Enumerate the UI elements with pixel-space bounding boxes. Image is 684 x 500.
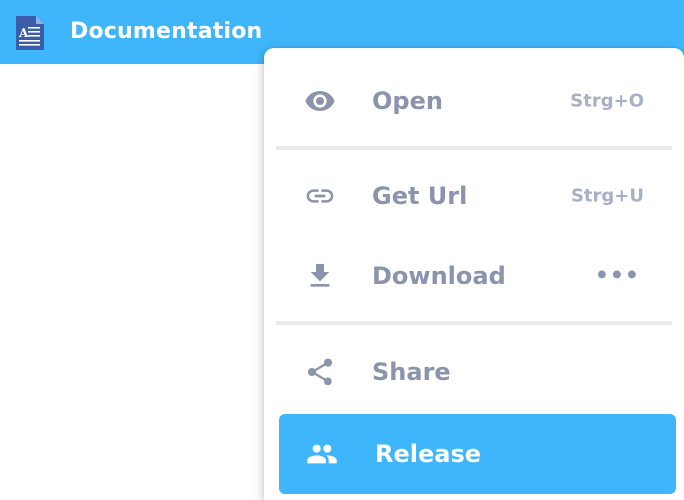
context-menu: Open Strg+O Get Url Strg+U Download ••• …	[264, 48, 684, 500]
download-icon	[302, 258, 338, 294]
eye-icon	[302, 83, 338, 119]
shortcut-label: Strg+O	[570, 90, 644, 112]
menu-item-label: Share	[372, 358, 451, 386]
app-title: Documentation	[70, 19, 263, 44]
menu-item-download[interactable]: Download •••	[264, 236, 684, 316]
svg-text:A: A	[18, 26, 29, 40]
more-options-icon[interactable]: •••	[595, 264, 640, 289]
menu-divider	[276, 146, 672, 150]
menu-item-release[interactable]: Release	[279, 414, 676, 494]
menu-item-share[interactable]: Share	[264, 332, 684, 412]
link-icon	[302, 178, 338, 214]
document-icon: A	[16, 16, 44, 50]
menu-item-label: Get Url	[372, 182, 468, 210]
share-icon	[302, 354, 338, 390]
menu-divider	[276, 321, 672, 325]
menu-item-open[interactable]: Open Strg+O	[264, 61, 684, 141]
menu-item-label: Open	[372, 87, 443, 115]
people-icon	[304, 436, 340, 472]
menu-item-label: Release	[375, 440, 482, 468]
shortcut-label: Strg+U	[570, 185, 644, 207]
menu-item-get-url[interactable]: Get Url Strg+U	[264, 156, 684, 236]
menu-item-label: Download	[372, 262, 506, 290]
